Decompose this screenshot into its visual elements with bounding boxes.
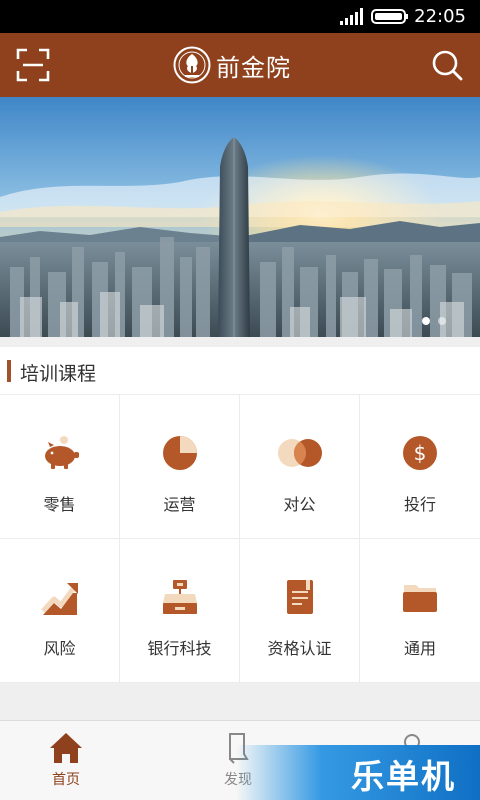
section-title: 培训课程 — [20, 363, 97, 385]
course-label: 零售 — [43, 495, 76, 514]
dollar-coin-icon: $ — [403, 436, 437, 470]
course-label: 资格认证 — [267, 639, 332, 658]
carousel-indicator — [422, 317, 446, 325]
watermark: 乐单机 — [236, 745, 480, 800]
banner-cityscape-image — [0, 97, 480, 337]
folder-icon — [403, 585, 437, 612]
cash-register-icon — [162, 580, 197, 614]
course-item-certification[interactable]: 资格认证 — [240, 539, 360, 683]
banner-carousel[interactable] — [0, 97, 480, 337]
carousel-dot[interactable] — [438, 317, 446, 325]
status-bar: 22:05 — [0, 0, 480, 33]
app-screen: 22:05 前金院 培训课程 零售 运营 对公 $ 投行 风险 银行科技 资格认… — [0, 0, 480, 800]
pie-chart-icon — [162, 436, 197, 470]
brand: 前金院 — [173, 46, 291, 84]
svg-text:$: $ — [414, 441, 427, 465]
course-item-general[interactable]: 通用 — [360, 539, 480, 683]
home-icon — [50, 733, 82, 763]
scan-icon[interactable] — [16, 48, 50, 82]
course-label: 风险 — [43, 639, 76, 658]
signal-icon — [340, 8, 363, 25]
course-item-risk[interactable]: 风险 — [0, 539, 120, 683]
logo-emblem-icon — [173, 46, 211, 84]
search-icon[interactable] — [430, 48, 464, 82]
watermark-text: 乐单机 — [351, 757, 456, 796]
carousel-dot[interactable] — [422, 317, 430, 325]
course-grid: 零售 运营 对公 $ 投行 风险 银行科技 资格认证 通用 — [0, 395, 480, 683]
trend-chart-icon — [40, 583, 78, 615]
section-header: 培训课程 — [0, 347, 480, 395]
course-item-bank-tech[interactable]: 银行科技 — [120, 539, 240, 683]
course-item-corporate[interactable]: 对公 — [240, 395, 360, 539]
piggy-bank-icon — [44, 436, 79, 469]
tab-label: 首页 — [52, 772, 80, 788]
course-label: 投行 — [403, 495, 436, 514]
certificate-book-icon — [286, 580, 313, 614]
circles-icon — [277, 439, 322, 467]
training-courses-section: 培训课程 零售 运营 对公 $ 投行 风险 银行科技 资格认证 通用 — [0, 347, 480, 683]
app-title: 前金院 — [216, 53, 291, 82]
course-item-operations[interactable]: 运营 — [120, 395, 240, 539]
course-label: 通用 — [403, 639, 436, 658]
course-label: 银行科技 — [147, 639, 212, 658]
course-item-retail[interactable]: 零售 — [0, 395, 120, 539]
battery-icon — [371, 9, 408, 24]
course-item-investment-banking[interactable]: $ 投行 — [360, 395, 480, 539]
tab-home[interactable]: 首页 — [6, 721, 126, 800]
app-header: 前金院 — [0, 33, 480, 97]
section-accent-bar — [7, 360, 11, 382]
course-label: 运营 — [163, 495, 196, 514]
clock: 22:05 — [414, 6, 466, 27]
course-label: 对公 — [283, 495, 316, 514]
